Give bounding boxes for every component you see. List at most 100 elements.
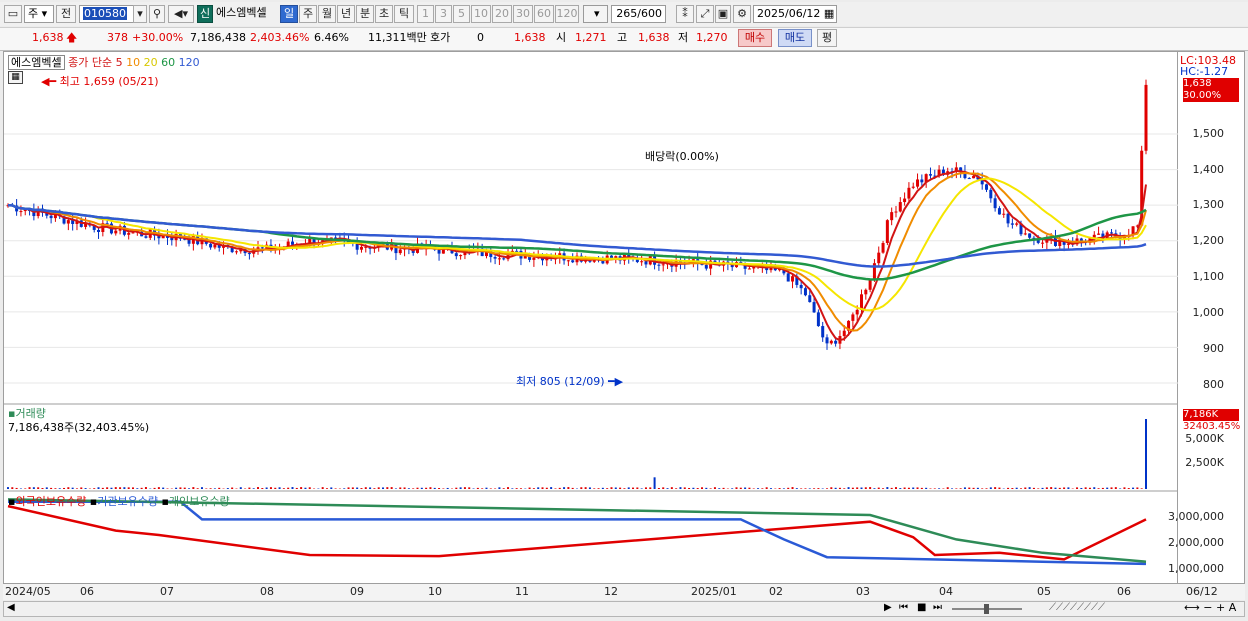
volume-bar xyxy=(183,487,186,489)
ma120-label: 120 xyxy=(178,56,200,69)
volume-bar xyxy=(550,487,553,489)
volume-bar xyxy=(157,487,160,489)
interval-10[interactable]: 10 xyxy=(471,5,491,23)
interval-5[interactable]: 5 xyxy=(453,5,470,23)
ma-title: 종가 단순 xyxy=(68,56,113,69)
period-tick[interactable]: 틱 xyxy=(394,5,414,23)
horizontal-scrollbar[interactable]: ◀ ▶ ⏮ ■ ⏭ ⟋⟋⟋⟋⟋⟋⟋⟋ ⟷ − + A xyxy=(3,601,1245,617)
volume-bar xyxy=(1024,487,1027,489)
candle-body xyxy=(454,253,458,257)
grid-icon[interactable]: ▦ xyxy=(8,71,23,84)
indicator-icon[interactable]: ⁑ xyxy=(676,5,694,23)
volume-bar xyxy=(463,487,466,489)
new-listing-badge[interactable]: 신 xyxy=(197,5,213,23)
search-icon[interactable]: ⚲ xyxy=(149,5,165,23)
volume-bar xyxy=(1058,487,1061,489)
volume-bar xyxy=(304,487,307,489)
drawing-tools-icon[interactable]: ⟋⟋⟋⟋⟋⟋⟋⟋ xyxy=(1049,602,1105,613)
volume-bar xyxy=(838,487,841,489)
volume-bar xyxy=(933,488,936,489)
scroll-left-icon[interactable]: ◀ xyxy=(7,602,15,613)
gear-icon[interactable]: ⚙ xyxy=(733,5,751,23)
save-icon[interactable]: ▣ xyxy=(715,5,731,23)
volume-bar xyxy=(627,487,630,489)
period-second[interactable]: 초 xyxy=(375,5,393,23)
interval-60[interactable]: 60 xyxy=(534,5,554,23)
date-input[interactable]: 2025/06/12 ▦ xyxy=(753,5,837,23)
interval-custom-select[interactable]: ▾ xyxy=(583,5,608,23)
volume-bar xyxy=(994,487,997,489)
volume-bar xyxy=(1140,488,1143,489)
volume-bar xyxy=(231,487,234,489)
candle-body xyxy=(291,241,294,245)
volume-bar xyxy=(847,487,850,489)
candle-body xyxy=(985,184,989,190)
candle-body xyxy=(816,312,820,327)
prev-button[interactable]: 전 xyxy=(56,5,76,23)
volume-bar xyxy=(369,487,372,489)
interval-30[interactable]: 30 xyxy=(513,5,533,23)
quote-turnover: 6.46% xyxy=(314,31,349,44)
candle-body xyxy=(209,243,213,248)
volume-bar xyxy=(54,488,57,489)
volume-bar xyxy=(1028,487,1031,489)
volume-bar xyxy=(1114,487,1117,489)
y-tick: 1,500 xyxy=(1192,127,1225,140)
period-minute[interactable]: 분 xyxy=(356,5,374,23)
period-month[interactable]: 월 xyxy=(318,5,336,23)
ma10-label: 10 xyxy=(126,56,141,69)
period-week[interactable]: 주 xyxy=(299,5,317,23)
candle-body xyxy=(704,265,708,269)
candle-body xyxy=(644,261,648,265)
low-annotation: 최저 805 (12/09) ━▶ xyxy=(516,373,623,389)
candle-body xyxy=(359,246,363,250)
zoom-icons[interactable]: ⟷ − + A xyxy=(1184,601,1236,614)
volume-bar xyxy=(1084,487,1087,489)
count-input[interactable]: 265/600 xyxy=(611,5,666,23)
volume-bar xyxy=(554,488,557,489)
foreign-holdings-line xyxy=(7,504,1147,561)
interval-20[interactable]: 20 xyxy=(492,5,512,23)
chart-area[interactable]: 에스엠벡셀 종가 단순 5 10 20 60 120 ▦ ◀━ 최고 1,659… xyxy=(3,51,1179,584)
quote-volume: 7,186,438 xyxy=(190,31,246,44)
draw-tool-icon[interactable]: ⤢ xyxy=(696,5,714,23)
sell-button[interactable]: 매도 xyxy=(778,29,812,47)
quote-price-2: 1,638 xyxy=(514,31,546,44)
interval-1[interactable]: 1 xyxy=(417,5,434,23)
high-value: 1,638 xyxy=(638,31,670,44)
candle-body xyxy=(890,212,894,221)
volume-bar xyxy=(511,488,514,489)
period-year[interactable]: 년 xyxy=(337,5,355,23)
avg-button[interactable]: 평 xyxy=(817,29,837,47)
candle-body xyxy=(868,279,872,290)
volume-bar xyxy=(679,487,682,489)
fast-forward-icon[interactable]: ⏭ xyxy=(933,602,942,613)
low-value: 1,270 xyxy=(696,31,728,44)
speaker-icon[interactable]: ◀▾ xyxy=(168,5,194,23)
interval-3[interactable]: 3 xyxy=(435,5,452,23)
last-price-tag: 1,638 xyxy=(1183,78,1239,90)
play-icon[interactable]: ▶ xyxy=(884,602,892,613)
volume-bar xyxy=(748,487,751,489)
buy-button[interactable]: 매수 xyxy=(738,29,772,47)
rewind-icon[interactable]: ⏮ xyxy=(899,602,908,613)
volume-bar xyxy=(1015,487,1018,489)
candle-body xyxy=(502,258,506,260)
open-value: 1,271 xyxy=(575,31,607,44)
volume-bar xyxy=(787,487,790,489)
volume-bar xyxy=(601,487,604,489)
volume-bar xyxy=(67,487,70,489)
candle-body xyxy=(1110,232,1114,234)
volume-bar xyxy=(106,487,109,489)
period-day[interactable]: 일 xyxy=(280,5,298,23)
code-dropdown-icon[interactable]: ▾ xyxy=(133,5,147,23)
candle-body xyxy=(1015,223,1019,225)
interval-120[interactable]: 120 xyxy=(555,5,579,23)
volume-bar xyxy=(972,487,975,489)
volume-bar xyxy=(196,488,199,489)
zoom-slider-handle[interactable] xyxy=(984,604,989,614)
window-layout-icon[interactable]: ▭ xyxy=(4,5,22,23)
market-select[interactable]: 주 ▾ xyxy=(24,5,54,23)
stop-icon[interactable]: ■ xyxy=(917,602,926,613)
candle-body xyxy=(49,215,53,219)
